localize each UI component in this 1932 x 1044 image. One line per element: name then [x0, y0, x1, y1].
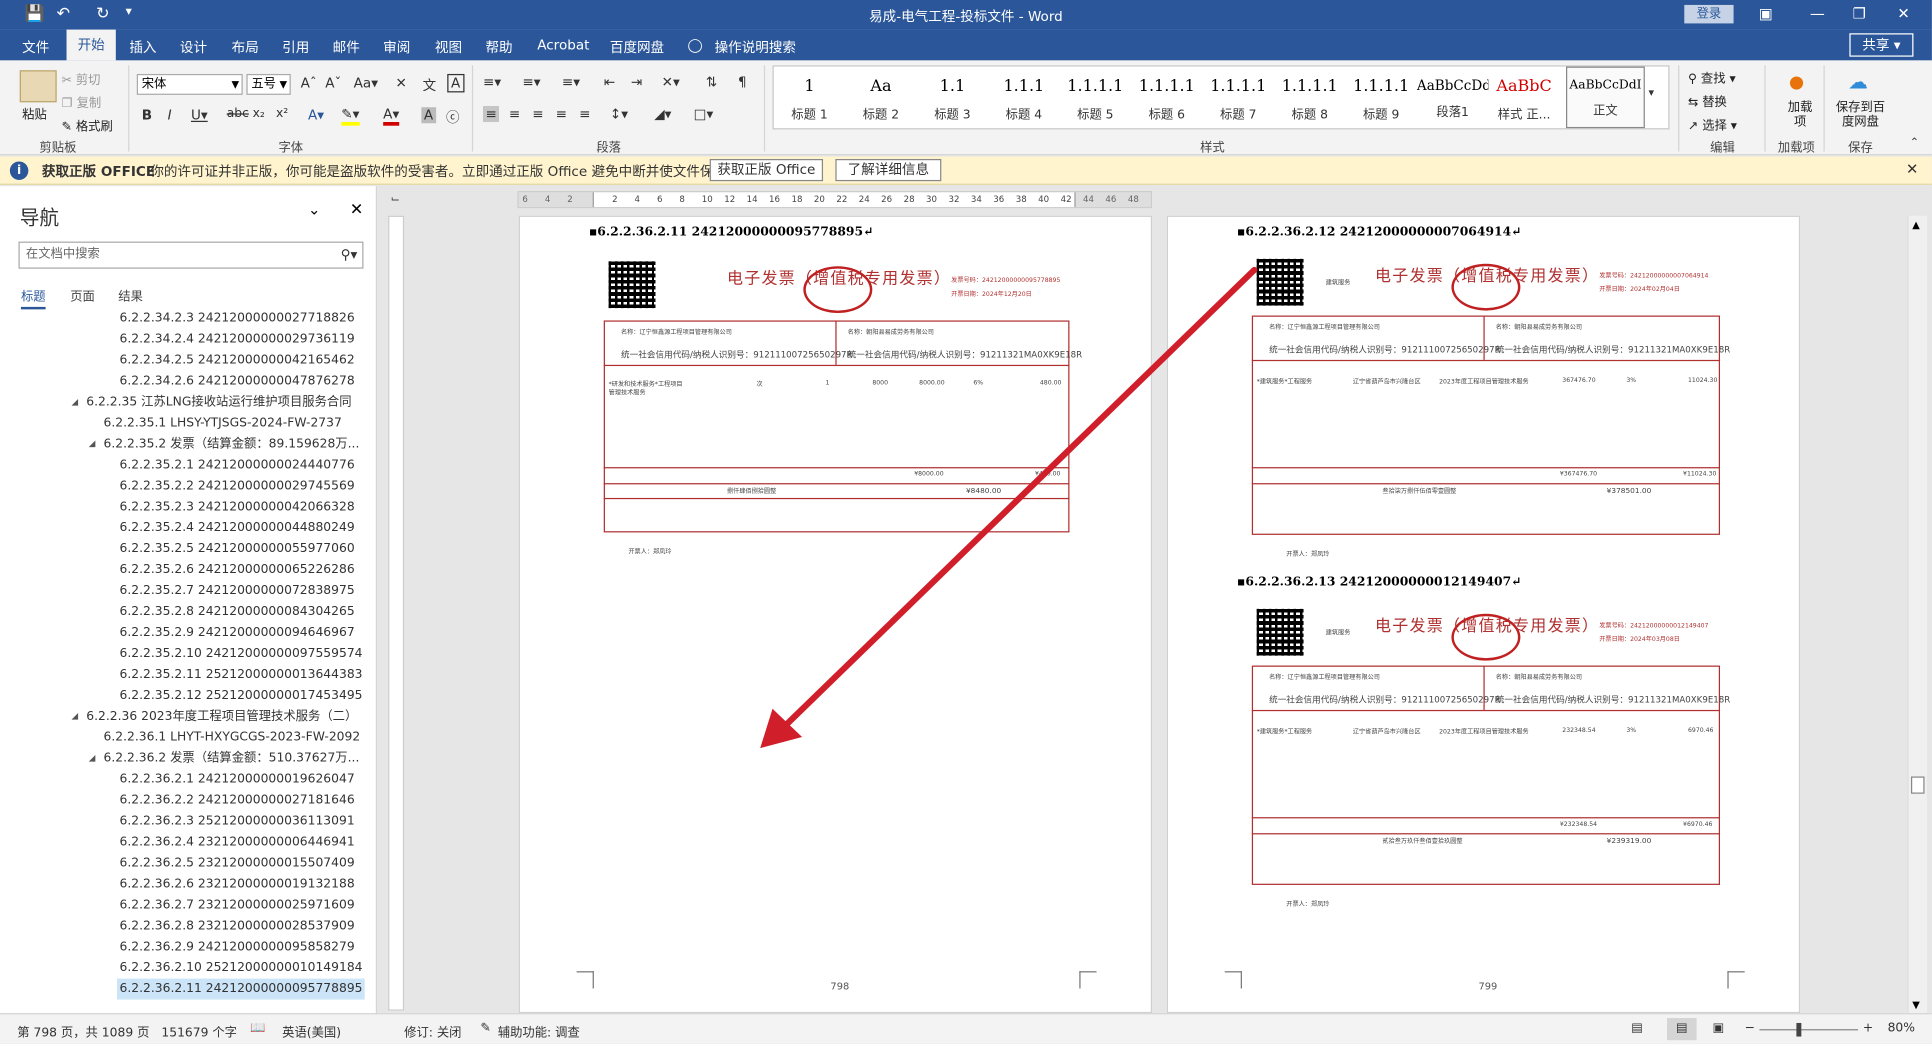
web-layout-icon[interactable]: ▣	[1713, 1022, 1725, 1036]
accessibility-icon[interactable]: ✎	[481, 1022, 491, 1036]
read-mode-icon[interactable]: ▤	[1631, 1022, 1643, 1036]
zoom-slider-thumb[interactable]	[1796, 1022, 1802, 1037]
annotation-arrow	[760, 266, 1258, 749]
print-layout-icon[interactable]: ▤	[1667, 1018, 1697, 1041]
scroll-down-icon[interactable]: ▼	[1912, 1000, 1920, 1011]
status-bar: 第 798 页，共 1089 页 151679 个字 📖 英语(美国) 修订: …	[0, 1013, 1932, 1044]
page-count[interactable]: 第 798 页，共 1089 页	[17, 1022, 149, 1041]
track-changes-status[interactable]: 修订: 关闭	[404, 1022, 461, 1041]
scroll-thumb[interactable]	[1910, 776, 1925, 794]
zoom-slider[interactable]	[1759, 1029, 1859, 1031]
arrow-shaft	[778, 266, 1258, 733]
zoom-level[interactable]: 80%	[1888, 1022, 1915, 1036]
language[interactable]: 英语(美国)	[282, 1022, 341, 1041]
proofing-icon[interactable]: 📖	[250, 1022, 265, 1036]
scroll-up-icon[interactable]: ▲	[1912, 219, 1920, 230]
word-count[interactable]: 151679 个字	[161, 1022, 237, 1041]
vertical-scrollbar[interactable]: ▲ ▼	[1907, 215, 1928, 1015]
accessibility-status[interactable]: 辅助功能: 调查	[498, 1022, 580, 1041]
zoom-out-icon[interactable]: −	[1745, 1022, 1755, 1036]
zoom-in-icon[interactable]: +	[1863, 1022, 1873, 1036]
